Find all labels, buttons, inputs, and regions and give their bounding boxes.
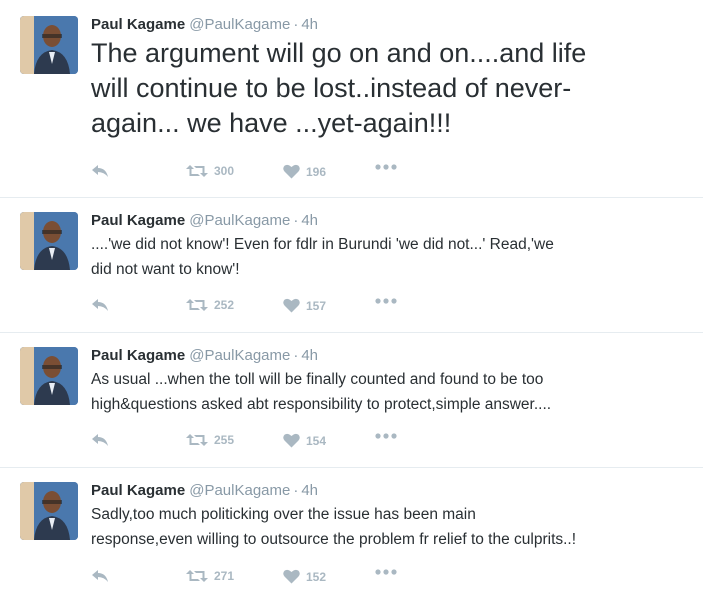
- tweet-text-line: again... we have ...yet-again!!!: [91, 108, 452, 138]
- retweet-count: 300: [214, 164, 235, 178]
- retweet-icon: [186, 434, 208, 446]
- avatar[interactable]: [20, 212, 78, 270]
- tweet-actions: 271 152: [91, 569, 491, 589]
- tweet-text-line: As usual ...when the toll will be finall…: [91, 371, 544, 388]
- reply-icon: [92, 165, 108, 177]
- author-handle[interactable]: @PaulKagame: [189, 482, 290, 499]
- like-button[interactable]: 152: [283, 569, 326, 584]
- tweet-timeline: Paul Kagame @PaulKagame · 4h The argument w…: [0, 0, 703, 600]
- separator: ·: [293, 212, 299, 229]
- tweet[interactable]: Paul Kagame @PaulKagame · 4h The argument w…: [0, 0, 703, 198]
- tweet-text-line: The argument will go on and on....and li…: [91, 38, 587, 68]
- separator: ·: [293, 482, 299, 499]
- tweet-text-line: high&questions asked abt responsibility …: [91, 396, 552, 413]
- retweet-icon: [186, 570, 208, 582]
- tweet-text-line: did not want to know'!: [91, 261, 240, 278]
- reply-button[interactable]: [91, 569, 109, 583]
- retweet-icon: [186, 165, 208, 177]
- tweet-time[interactable]: 4h: [301, 347, 318, 364]
- more-icon: [375, 433, 397, 439]
- tweet[interactable]: Paul Kagame @PaulKagame · 4h As usual ...wh…: [0, 333, 703, 468]
- avatar[interactable]: [20, 482, 78, 540]
- tweet-text-line: response,even willing to outsource the p…: [91, 531, 577, 548]
- tweet-time[interactable]: 4h: [301, 16, 318, 33]
- reply-button[interactable]: [91, 298, 109, 312]
- author-handle[interactable]: @PaulKagame: [189, 347, 290, 364]
- tweet-actions: 300 196: [91, 164, 491, 184]
- author-name[interactable]: Paul Kagame: [91, 482, 185, 499]
- like-count: 157: [306, 298, 327, 313]
- tweet-text-line: ....'we did not know'! Even for fdlr in …: [91, 236, 554, 253]
- reply-icon: [92, 434, 108, 446]
- heart-icon: [283, 298, 300, 313]
- tweet-text: ....'we did not know'! Even for fdlr in …: [91, 232, 691, 282]
- retweet-button[interactable]: 255: [186, 433, 234, 447]
- tweet-header: Paul Kagame @PaulKagame · 4h: [91, 16, 318, 33]
- author-handle[interactable]: @PaulKagame: [189, 212, 290, 229]
- tweet-time[interactable]: 4h: [301, 482, 318, 499]
- more-icon: [375, 569, 397, 575]
- more-button[interactable]: [375, 298, 397, 304]
- more-icon: [375, 298, 397, 304]
- like-button[interactable]: 157: [283, 298, 326, 313]
- author-name[interactable]: Paul Kagame: [91, 347, 185, 364]
- tweet-time[interactable]: 4h: [301, 212, 318, 229]
- reply-icon: [92, 570, 108, 582]
- tweet[interactable]: Paul Kagame @PaulKagame · 4h ....'we did no…: [0, 198, 703, 333]
- retweet-button[interactable]: 271: [186, 569, 234, 583]
- like-count: 154: [306, 433, 327, 448]
- retweet-count: 255: [214, 433, 235, 447]
- author-handle[interactable]: @PaulKagame: [189, 16, 290, 33]
- heart-icon: [283, 433, 300, 448]
- more-button[interactable]: [375, 569, 397, 575]
- retweet-icon: [186, 299, 208, 311]
- retweet-count: 252: [214, 298, 235, 312]
- heart-icon: [283, 569, 300, 584]
- retweet-count: 271: [214, 569, 235, 583]
- author-name[interactable]: Paul Kagame: [91, 212, 185, 229]
- retweet-button[interactable]: 300: [186, 164, 234, 178]
- more-icon: [375, 164, 397, 170]
- tweet-text: The argument will go on and on....and li…: [91, 36, 691, 141]
- tweet-header: Paul Kagame @PaulKagame · 4h: [91, 212, 318, 229]
- tweet-text-line: Sadly,too much politicking over the issu…: [91, 506, 476, 523]
- like-count: 152: [306, 569, 327, 584]
- more-button[interactable]: [375, 164, 397, 170]
- like-button[interactable]: 196: [283, 164, 326, 179]
- tweet-actions: 252 157: [91, 298, 491, 318]
- like-button[interactable]: 154: [283, 433, 326, 448]
- author-name[interactable]: Paul Kagame: [91, 16, 185, 33]
- separator: ·: [293, 347, 299, 364]
- tweet-text: As usual ...when the toll will be finall…: [91, 367, 691, 417]
- like-count: 196: [306, 164, 327, 179]
- tweet-actions: 255 154: [91, 433, 491, 453]
- more-button[interactable]: [375, 433, 397, 439]
- tweet-header: Paul Kagame @PaulKagame · 4h: [91, 347, 318, 364]
- avatar[interactable]: [20, 347, 78, 405]
- reply-button[interactable]: [91, 433, 109, 447]
- tweet-header: Paul Kagame @PaulKagame · 4h: [91, 482, 318, 499]
- tweet-text-line: will continue to be lost..instead of nev…: [91, 73, 572, 103]
- reply-icon: [92, 299, 108, 311]
- separator: ·: [293, 16, 299, 33]
- tweet-text: Sadly,too much politicking over the issu…: [91, 502, 691, 552]
- tweet[interactable]: Paul Kagame @PaulKagame · 4h Sadly,too much…: [0, 468, 703, 600]
- heart-icon: [283, 164, 300, 179]
- avatar[interactable]: [20, 16, 78, 74]
- retweet-button[interactable]: 252: [186, 298, 234, 312]
- reply-button[interactable]: [91, 164, 109, 178]
